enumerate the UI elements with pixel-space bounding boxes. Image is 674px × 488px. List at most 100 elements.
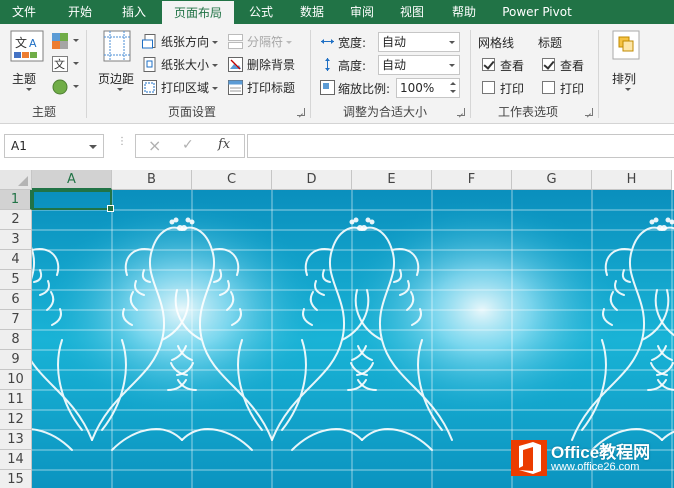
watermark-title: Office教程网 — [551, 443, 651, 462]
spinner-icon[interactable] — [449, 80, 457, 96]
margins-icon — [103, 30, 131, 62]
site-watermark: Office教程网 www.office26.com — [505, 434, 673, 482]
arrange-button[interactable]: 排列 — [608, 30, 644, 96]
gridlines-header: 网格线 — [478, 36, 515, 50]
tab-file[interactable]: 文件 — [0, 0, 48, 24]
name-box[interactable]: A1 — [4, 134, 104, 158]
selected-cell-a1[interactable] — [32, 190, 114, 212]
headings-print-checkbox[interactable] — [542, 81, 555, 94]
row-header-15[interactable]: 15 — [0, 470, 32, 488]
page-setup-dialog-launcher-icon[interactable] — [297, 108, 305, 116]
row-header-12[interactable]: 12 — [0, 410, 32, 430]
chevron-down-icon — [73, 62, 79, 65]
headings-header: 标题 — [538, 36, 563, 50]
enter-icon[interactable]: ✓ — [182, 137, 194, 153]
row-header-3[interactable]: 3 — [0, 230, 32, 250]
group-label-sheet-options: 工作表选项 — [497, 105, 558, 119]
breaks-label: 分隔符 — [247, 33, 293, 50]
row-header-4[interactable]: 4 — [0, 250, 32, 270]
chevron-down-icon — [73, 39, 79, 42]
themes-label: 主题 — [12, 72, 37, 86]
width-label: 宽度: — [338, 36, 367, 50]
row-header-2[interactable]: 2 — [0, 210, 32, 230]
column-header-h[interactable]: H — [592, 170, 672, 190]
tab-data[interactable]: 数据 — [288, 0, 336, 24]
row-header-14[interactable]: 14 — [0, 450, 32, 470]
formula-input[interactable] — [247, 134, 674, 158]
row-header-13[interactable]: 13 — [0, 430, 32, 450]
group-label-themes: 主题 — [31, 105, 56, 119]
gridlines-print-checkbox[interactable] — [482, 81, 495, 94]
column-header-c[interactable]: C — [192, 170, 272, 190]
height-icon — [325, 58, 330, 71]
column-header-g[interactable]: G — [512, 170, 592, 190]
scale-dialog-launcher-icon[interactable] — [457, 108, 465, 116]
paper-size-icon — [143, 57, 156, 72]
print-area-button[interactable]: 打印区域 — [142, 79, 224, 97]
svg-text:A: A — [29, 37, 37, 50]
group-divider — [86, 30, 87, 118]
insert-function-icon[interactable]: fx — [218, 137, 230, 152]
scale-input[interactable]: 100% — [396, 78, 460, 98]
margins-button[interactable]: 页边距 — [96, 30, 138, 96]
formula-bar-resize-handle[interactable]: ⋮ — [117, 137, 127, 152]
theme-colors-icon — [52, 33, 68, 49]
column-header-f[interactable]: F — [432, 170, 512, 190]
headings-view-checkbox[interactable] — [542, 58, 555, 71]
print-titles-label: 打印标题 — [247, 81, 296, 95]
size-button[interactable]: 纸张大小 — [142, 56, 224, 74]
column-header-b[interactable]: B — [112, 170, 192, 190]
column-header-d[interactable]: D — [272, 170, 352, 190]
print-area-icon — [142, 80, 157, 95]
tab-insert[interactable]: 插入 — [108, 0, 160, 24]
group-divider — [470, 30, 471, 118]
arrange-label: 排列 — [612, 72, 637, 86]
arrange-icon — [612, 30, 640, 60]
chevron-down-icon — [26, 88, 32, 91]
print-titles-button[interactable]: 打印标题 — [228, 79, 312, 97]
row-header-5[interactable]: 5 — [0, 270, 32, 290]
row-header-1[interactable]: 1 — [0, 190, 32, 210]
orientation-button[interactable]: 纸张方向 — [142, 33, 224, 51]
select-all-button[interactable] — [0, 170, 32, 190]
breaks-button[interactable]: 分隔符 — [228, 33, 312, 51]
ribbon-tab-bar: 文件 开始 插入 页面布局 公式 数据 审阅 视图 帮助 Power Pivot — [0, 0, 674, 25]
row-header-6[interactable]: 6 — [0, 290, 32, 310]
watermark-url: www.office26.com — [551, 461, 640, 473]
row-header-11[interactable]: 11 — [0, 390, 32, 410]
row-header-9[interactable]: 9 — [0, 350, 32, 370]
tab-page-layout[interactable]: 页面布局 — [162, 1, 234, 25]
tab-home[interactable]: 开始 — [52, 0, 108, 24]
tab-review[interactable]: 审阅 — [338, 0, 386, 24]
chevron-down-icon — [73, 85, 79, 88]
group-label-scale-to-fit: 调整为合适大小 — [342, 105, 427, 119]
theme-colors-button[interactable] — [52, 33, 79, 51]
tab-help[interactable]: 帮助 — [440, 0, 488, 24]
column-header-a[interactable]: A — [32, 170, 112, 190]
margins-label: 页边距 — [98, 72, 135, 86]
theme-fonts-button[interactable]: 文 — [52, 56, 79, 74]
size-label: 纸张大小 — [161, 56, 219, 73]
chevron-down-icon[interactable] — [89, 145, 97, 149]
tab-formulas[interactable]: 公式 — [236, 0, 286, 24]
row-header-10[interactable]: 10 — [0, 370, 32, 390]
svg-text:文: 文 — [15, 35, 27, 50]
height-select[interactable]: 自动 — [378, 55, 460, 75]
tab-view[interactable]: 视图 — [388, 0, 436, 24]
theme-effects-button[interactable] — [52, 79, 79, 97]
group-label-page-setup: 页面设置 — [167, 105, 216, 119]
chevron-down-icon — [625, 88, 631, 91]
row-header-7[interactable]: 7 — [0, 310, 32, 330]
column-header-e[interactable]: E — [352, 170, 432, 190]
formula-bar: A1 ⋮ × ✓ fx — [0, 124, 674, 170]
sheet-options-dialog-launcher-icon[interactable] — [585, 108, 593, 116]
gridlines-view-checkbox[interactable] — [482, 58, 495, 71]
chevron-down-icon — [117, 88, 123, 91]
width-select[interactable]: 自动 — [378, 32, 460, 52]
delete-background-button[interactable]: 删除背景 — [228, 56, 312, 74]
cancel-icon[interactable]: × — [148, 136, 161, 155]
themes-button[interactable]: 文 A 主题 — [8, 30, 46, 96]
gridlines-print-label: 打印 — [500, 82, 525, 96]
row-header-8[interactable]: 8 — [0, 330, 32, 350]
tab-power-pivot[interactable]: Power Pivot — [492, 0, 582, 24]
